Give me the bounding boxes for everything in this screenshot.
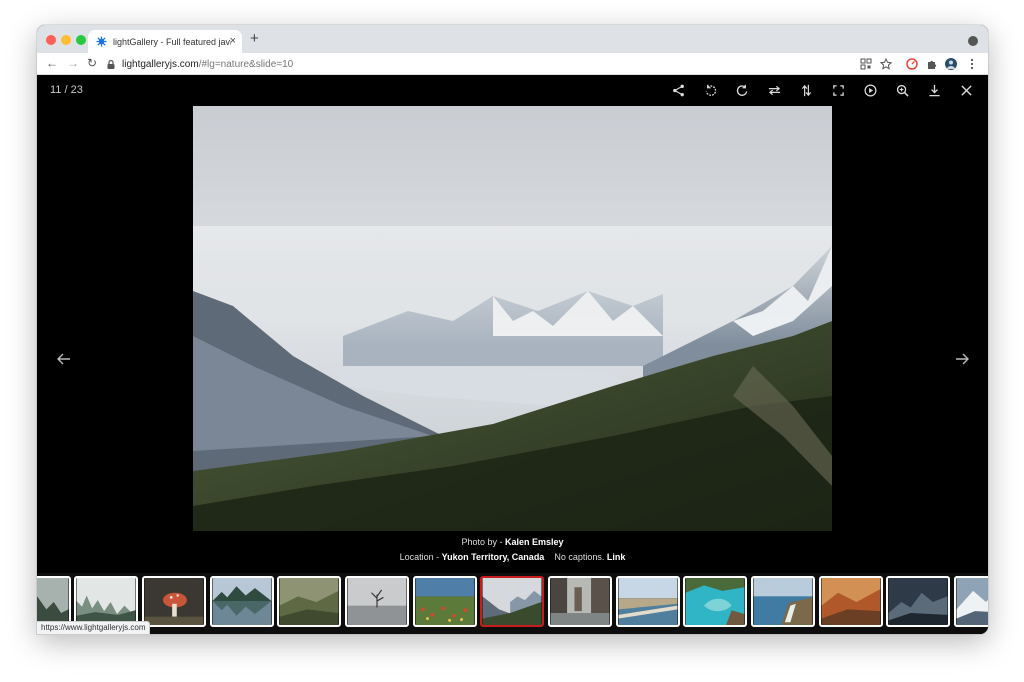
browser-toolbar: ← → ↻ lightgalleryjs.com/#lg=nature&slid… bbox=[37, 53, 988, 75]
tab-close-icon[interactable]: × bbox=[230, 35, 236, 47]
thumb-turquoise-bay-image bbox=[685, 578, 745, 625]
rotate-right-icon bbox=[736, 84, 747, 96]
minimize-window-button[interactable] bbox=[61, 35, 71, 45]
lock-icon bbox=[107, 59, 115, 69]
mountain-valley-photo bbox=[193, 106, 832, 531]
thumbnail-misty-forest[interactable] bbox=[74, 576, 138, 627]
download-button[interactable] bbox=[918, 81, 950, 99]
close-window-button[interactable] bbox=[46, 35, 56, 45]
thumbnail-mountain-valley[interactable] bbox=[480, 576, 544, 627]
thumb-sea-cliffs-image bbox=[550, 578, 610, 625]
flip-horizontal-icon bbox=[768, 85, 780, 95]
back-button[interactable]: ← bbox=[46, 56, 58, 70]
thumb-lone-tree-image bbox=[347, 578, 407, 625]
previous-slide-arrow-icon[interactable] bbox=[56, 351, 72, 367]
thumbnail-forest[interactable] bbox=[37, 576, 71, 627]
maximize-window-button[interactable] bbox=[76, 35, 86, 45]
profile-avatar[interactable] bbox=[945, 58, 957, 70]
flip-horizontal-button[interactable] bbox=[758, 81, 790, 99]
location-prefix: Location - bbox=[399, 552, 442, 562]
rotate-left-icon bbox=[705, 84, 716, 96]
thumb-coast-road-image bbox=[618, 578, 678, 625]
fullscreen-icon bbox=[832, 84, 844, 96]
url-host: lightgalleryjs.com bbox=[122, 58, 199, 70]
autoplay-button[interactable] bbox=[854, 81, 886, 99]
new-tab-button[interactable]: + bbox=[250, 31, 259, 46]
thumbnail-dusk-mountains[interactable] bbox=[886, 576, 950, 627]
thumbnail-mushroom[interactable] bbox=[142, 576, 206, 627]
thumbnail-sea-cliffs[interactable] bbox=[548, 576, 612, 627]
close-gallery-button[interactable] bbox=[950, 81, 982, 99]
lightgallery-viewer: 11 / 23 Photo by - Kalen Emsley Location… bbox=[37, 75, 988, 634]
thumb-lake-reflection-image bbox=[212, 578, 272, 625]
zoom-in-icon bbox=[896, 84, 909, 97]
autoplay-icon bbox=[864, 84, 876, 96]
share-button[interactable] bbox=[662, 81, 694, 99]
no-captions-text: No captions. bbox=[554, 552, 605, 562]
rotate-right-button[interactable] bbox=[726, 81, 758, 99]
download-icon bbox=[928, 84, 940, 96]
flip-vertical-button[interactable] bbox=[790, 81, 822, 99]
thumb-flower-field-image bbox=[415, 578, 475, 625]
qr-code-icon[interactable] bbox=[860, 58, 872, 70]
tab-strip: lightGallery - Full featured java × + bbox=[37, 25, 988, 53]
close-icon bbox=[960, 84, 972, 96]
browser-tab[interactable]: lightGallery - Full featured java × bbox=[88, 30, 242, 53]
location-name: Yukon Territory, Canada bbox=[441, 552, 545, 562]
caption-link[interactable]: Link bbox=[607, 552, 626, 562]
link-status-bar: https://www.lightgalleryjs.com bbox=[36, 621, 151, 635]
thumbnail-coast-road[interactable] bbox=[616, 576, 680, 627]
reload-button[interactable]: ↻ bbox=[87, 56, 97, 70]
url-path: /#lg=nature&slide=10 bbox=[198, 58, 294, 70]
fullscreen-button[interactable] bbox=[822, 81, 854, 99]
thumb-autumn-hills-image bbox=[821, 578, 881, 625]
extensions-puzzle-icon[interactable] bbox=[926, 58, 938, 70]
photographer-name: Kalen Emsley bbox=[505, 537, 564, 547]
tab-search-icon[interactable] bbox=[968, 36, 978, 46]
thumb-mushroom-image bbox=[144, 578, 204, 625]
bookmark-star-icon[interactable] bbox=[880, 58, 892, 70]
address-bar[interactable]: lightgalleryjs.com/#lg=nature&slide=10 bbox=[107, 55, 867, 73]
photo-by-prefix: Photo by - bbox=[461, 537, 505, 547]
share-icon bbox=[672, 84, 684, 96]
current-slide-image[interactable] bbox=[193, 106, 832, 531]
thumbnail-lake-reflection[interactable] bbox=[210, 576, 274, 627]
thumbnail-turquoise-bay[interactable] bbox=[683, 576, 747, 627]
thumb-dusk-mountains-image bbox=[888, 578, 948, 625]
thumbnail-flower-field[interactable] bbox=[413, 576, 477, 627]
forward-button[interactable]: → bbox=[67, 56, 79, 70]
gallery-toolbar bbox=[662, 81, 982, 99]
thumb-forest-image bbox=[37, 578, 69, 625]
thumbnail-strip bbox=[37, 573, 988, 634]
thumb-misty-forest-image bbox=[76, 578, 136, 625]
extension-timer-icon[interactable] bbox=[906, 58, 918, 70]
thumbnail-lone-tree[interactable] bbox=[345, 576, 409, 627]
browser-menu-icon[interactable] bbox=[969, 58, 975, 70]
zoom-in-button[interactable] bbox=[886, 81, 918, 99]
thumbnail-autumn-hills[interactable] bbox=[819, 576, 883, 627]
thumbnail-foggy-hills[interactable] bbox=[277, 576, 341, 627]
next-slide-arrow-icon[interactable] bbox=[954, 351, 970, 367]
browser-window: lightGallery - Full featured java × + ← … bbox=[37, 25, 988, 634]
flip-vertical-icon bbox=[801, 84, 811, 96]
thumb-foggy-hills-image bbox=[279, 578, 339, 625]
tab-title: lightGallery - Full featured java bbox=[113, 36, 231, 47]
photo-credit: Photo by - Kalen Emsley bbox=[37, 537, 988, 547]
slide-counter: 11 / 23 bbox=[50, 84, 83, 96]
thumb-mountain-valley-image bbox=[482, 578, 542, 625]
rotate-left-button[interactable] bbox=[694, 81, 726, 99]
thumbnail-snowy-peaks[interactable] bbox=[954, 576, 988, 627]
lightgallery-favicon-icon bbox=[96, 36, 107, 47]
thumbnail-coastline[interactable] bbox=[751, 576, 815, 627]
thumb-coastline-image bbox=[753, 578, 813, 625]
thumb-snowy-peaks-image bbox=[956, 578, 988, 625]
photo-location-line: Location - Yukon Territory, Canada No ca… bbox=[37, 552, 988, 562]
